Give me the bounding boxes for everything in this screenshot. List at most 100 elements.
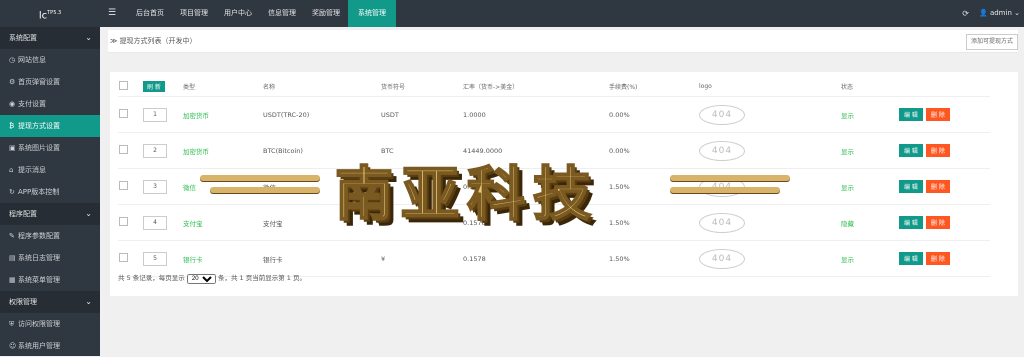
cell-symbol: BTC <box>380 132 462 169</box>
row-checkbox[interactable] <box>119 181 128 190</box>
sidebar-item-0-3[interactable]: ₿ 提现方式设置 <box>0 115 100 137</box>
chevron-down-icon: ⌄ <box>85 209 92 218</box>
table-row: 1 加密货币 USDT(TRC-20) USDT 1.0000 0.00% 404 显示编 辑… <box>118 96 990 133</box>
row-checkbox[interactable] <box>119 217 128 226</box>
cell-symbol: USDT <box>380 96 462 133</box>
withdraw-methods-table: 刷 新 类型 名称 货币符号 汇率（货币->美金） 手续费(%) logo 状态… <box>118 76 990 277</box>
select-all-checkbox[interactable] <box>119 80 128 90</box>
add-withdraw-method-button[interactable]: 添加可提现方式 <box>965 34 1018 50</box>
sidebar-item-0-2[interactable]: ◉ 支付设置 <box>0 93 100 115</box>
settings-icon: ⚙ <box>9 78 16 86</box>
top-navbar: ☰ 后台首页 项目管理 用户中心 信息管理 奖励管理 系统管理 ⟳ 👤 admin ⌄ <box>100 0 1024 27</box>
username-label: admin <box>989 9 1012 17</box>
cell-name: USDT(TRC-20) <box>262 96 380 133</box>
delete-button[interactable]: 删 除 <box>925 180 950 193</box>
header-status: 状态 <box>840 76 898 97</box>
sort-input[interactable]: 3 <box>143 179 167 194</box>
top-nav-item-1[interactable]: 项目管理 <box>172 0 216 27</box>
cell-status: 显示 <box>840 240 898 277</box>
cell-fee: 0.00% <box>608 96 698 133</box>
cell-name: 支付宝 <box>262 204 380 241</box>
row-checkbox[interactable] <box>119 145 128 154</box>
cell-status: 显示 <box>840 132 898 169</box>
sidebar-item-0-0[interactable]: ◷ 网站信息 <box>0 49 100 71</box>
delete-button[interactable]: 删 除 <box>925 108 950 121</box>
sidebar-item-1-0[interactable]: ✎ 程序参数配置 <box>0 225 100 247</box>
logo-placeholder-image: 404 <box>699 248 745 269</box>
sidebar-item-label: 访问权限管理 <box>18 320 60 328</box>
tag-icon: ⌂ <box>9 166 14 174</box>
sidebar-group-label: 权限管理 <box>9 298 37 306</box>
cell-status: 显示 <box>840 168 898 205</box>
wrench-icon: ✎ <box>9 232 15 240</box>
sort-input[interactable]: 4 <box>143 215 167 230</box>
user-menu[interactable]: 👤 admin ⌄ <box>979 0 1020 27</box>
shield-icon: ⛨ <box>9 320 15 328</box>
refresh-icon: ↻ <box>9 188 15 196</box>
version-label: TP5.3 <box>47 10 62 16</box>
delete-button[interactable]: 删 除 <box>925 252 950 265</box>
cell-name: BTC(Bitcoin) <box>262 132 380 169</box>
cell-rate: 0.1578 <box>462 240 608 277</box>
sort-input[interactable]: 5 <box>143 251 167 266</box>
row-checkbox[interactable] <box>119 109 128 118</box>
sidebar-group-0[interactable]: 系统配置 ⌄ <box>0 27 100 49</box>
user-icon: ☺ <box>9 342 17 350</box>
sidebar-item-0-4[interactable]: ▣ 系统图片设置 <box>0 137 100 159</box>
cell-rate: 41449.0000 <box>462 132 608 169</box>
logo-placeholder-image: 404 <box>699 140 745 161</box>
delete-button[interactable]: 删 除 <box>925 144 950 157</box>
bitcoin-icon: ₿ <box>9 122 15 130</box>
top-nav-item-5[interactable]: 系统管理 <box>348 0 396 27</box>
sidebar-item-label: 程序参数配置 <box>18 232 60 240</box>
page-size-select[interactable]: 20 <box>186 274 216 284</box>
cell-type: 支付宝 <box>182 204 262 241</box>
sidebar-item-label: 提现方式设置 <box>18 122 60 130</box>
header-logo: logo <box>698 76 840 97</box>
header-symbol: 货币符号 <box>380 76 462 97</box>
edit-button[interactable]: 编 辑 <box>899 108 923 121</box>
top-nav-item-2[interactable]: 用户中心 <box>216 0 260 27</box>
sidebar-item-1-1[interactable]: ▤ 系统日志管理 <box>0 247 100 269</box>
hamburger-menu-icon[interactable]: ☰ <box>108 0 116 27</box>
sidebar-item-label: 系统日志管理 <box>18 254 60 262</box>
sidebar-item-1-2[interactable]: ▦ 系统菜单管理 <box>0 269 100 291</box>
sort-input[interactable]: 1 <box>143 107 167 122</box>
sidebar-item-2-1[interactable]: ☺ 系统用户管理 <box>0 335 100 357</box>
top-nav-item-3[interactable]: 信息管理 <box>260 0 304 27</box>
table-row: 2 加密货币 BTC(Bitcoin) BTC 41449.0000 0.00% 404 显示… <box>118 132 990 169</box>
sidebar-item-0-1[interactable]: ⚙ 首页弹窗设置 <box>0 71 100 93</box>
cell-status: 隐藏 <box>840 204 898 241</box>
sidebar-group-2[interactable]: 权限管理 ⌄ <box>0 291 100 313</box>
refresh-button[interactable]: 刷 新 <box>143 80 165 92</box>
pager-prefix: 共 5 条记录，每页显示 <box>118 274 185 282</box>
cell-fee: 1.50% <box>608 204 698 241</box>
sort-input[interactable]: 2 <box>143 143 167 158</box>
sidebar-item-0-5[interactable]: ⌂ 提示消息 <box>0 159 100 181</box>
logo-placeholder-image: 404 <box>699 176 745 197</box>
edit-button[interactable]: 编 辑 <box>899 216 923 229</box>
cell-rate: 1.0000 <box>462 96 608 133</box>
edit-button[interactable]: 编 辑 <box>899 180 923 193</box>
top-nav-item-0[interactable]: 后台首页 <box>128 0 172 27</box>
top-nav-item-4[interactable]: 奖励管理 <box>304 0 348 27</box>
chevron-down-icon: ⌄ <box>85 297 92 306</box>
breadcrumb-arrow-icon: ≫ <box>110 37 118 45</box>
pagination-info: 共 5 条记录，每页显示 20 条，共 1 页当前显示第 1 页。 <box>118 272 306 284</box>
edit-button[interactable]: 编 辑 <box>899 144 923 157</box>
sidebar-item-label: 系统菜单管理 <box>18 276 60 284</box>
chevron-down-icon: ⌄ <box>85 33 92 42</box>
delete-button[interactable]: 删 除 <box>925 216 950 229</box>
row-checkbox[interactable] <box>119 253 128 262</box>
log-icon: ▤ <box>9 254 16 262</box>
header-name: 名称 <box>262 76 380 97</box>
refresh-icon[interactable]: ⟳ <box>962 0 969 27</box>
cell-type: 加密货币 <box>182 132 262 169</box>
sidebar-item-label: 支付设置 <box>18 100 46 108</box>
app-logo[interactable]: lcTP5.3 <box>0 0 100 27</box>
sidebar-item-0-6[interactable]: ↻ APP版本控制 <box>0 181 100 203</box>
sidebar-group-1[interactable]: 程序配置 ⌄ <box>0 203 100 225</box>
edit-button[interactable]: 编 辑 <box>899 252 923 265</box>
cell-type: 加密货币 <box>182 96 262 133</box>
sidebar-item-2-0[interactable]: ⛨ 访问权限管理 <box>0 313 100 335</box>
